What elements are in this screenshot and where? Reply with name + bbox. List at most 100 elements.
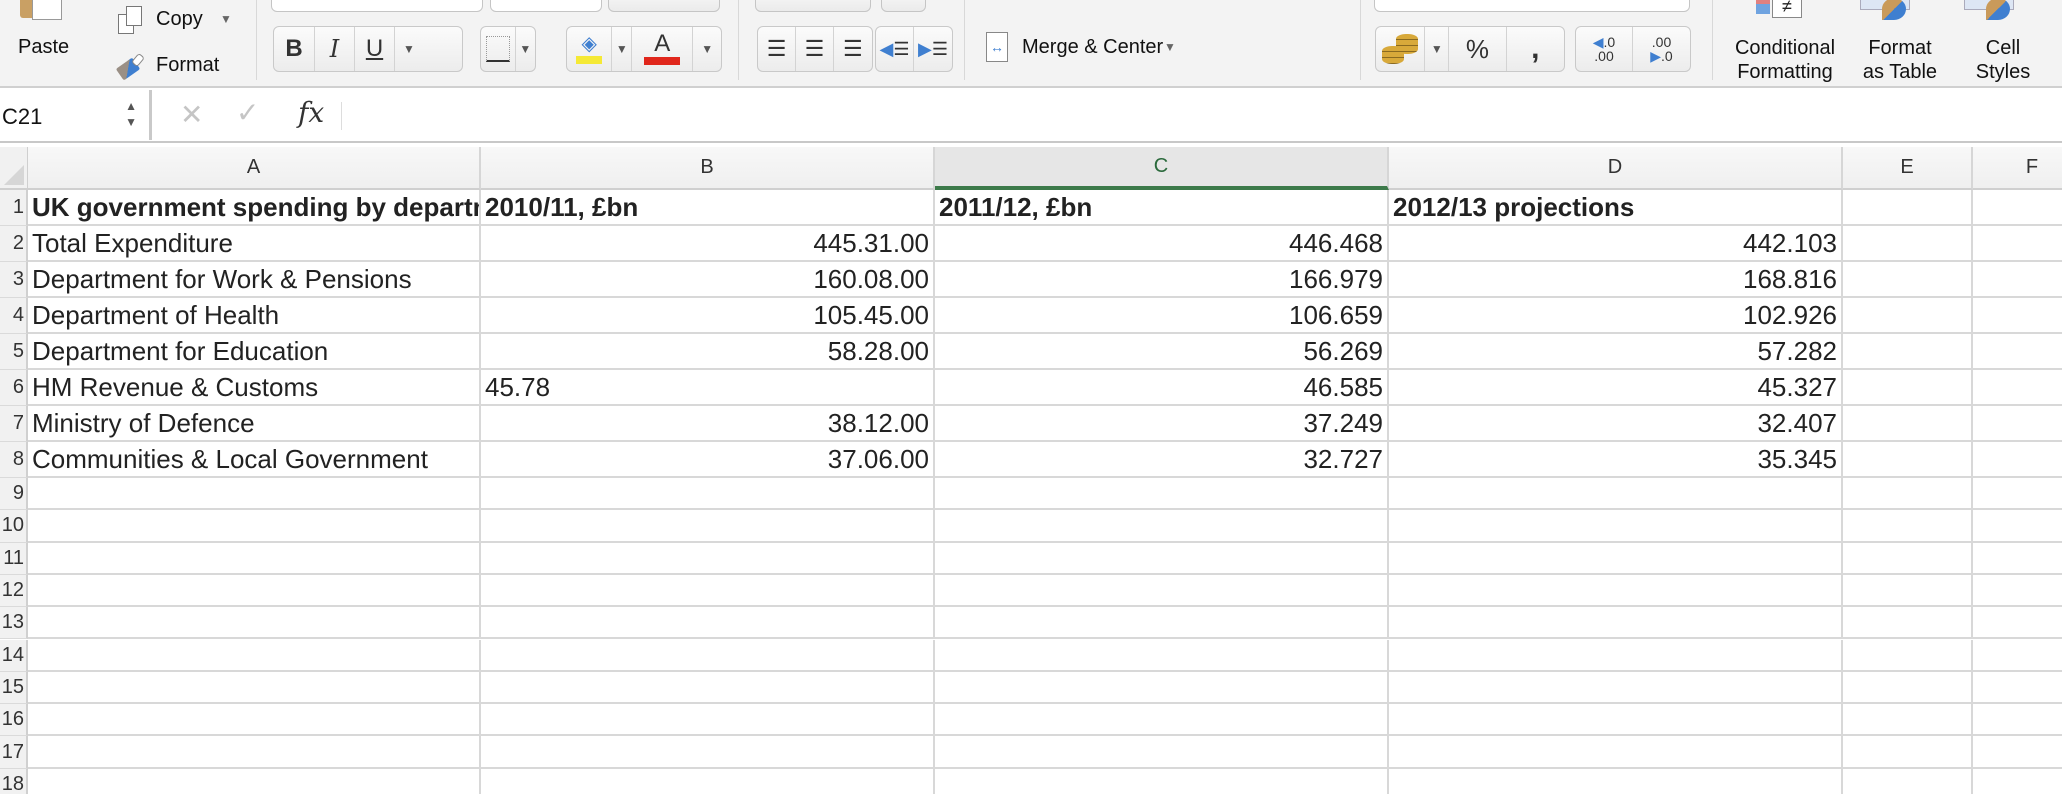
cell-a18[interactable] bbox=[28, 768, 481, 794]
column-title-b[interactable]: 2010/11, £bn bbox=[481, 190, 935, 226]
row-header-18[interactable]: 18 bbox=[0, 768, 28, 794]
value-cell-d[interactable]: 57.282 bbox=[1389, 334, 1843, 370]
cell-d13[interactable] bbox=[1389, 607, 1843, 640]
cell-c9[interactable] bbox=[935, 478, 1389, 511]
cell-b11[interactable] bbox=[481, 542, 935, 575]
department-name-cell[interactable]: Total Expenditure bbox=[28, 226, 481, 262]
column-header-c[interactable]: C bbox=[935, 147, 1389, 190]
cell-e10[interactable] bbox=[1843, 510, 1973, 543]
cell-f13[interactable] bbox=[1973, 607, 2062, 640]
conditional-formatting-button[interactable]: ≠ Conditional Formatting bbox=[1726, 0, 1844, 86]
value-cell-c[interactable]: 446.468 bbox=[935, 226, 1389, 262]
fill-color-dropdown-arrow-icon[interactable]: ▼ bbox=[612, 27, 633, 71]
font-size-select[interactable] bbox=[490, 0, 602, 12]
row-header-11[interactable]: 11 bbox=[0, 542, 28, 575]
cell-e8[interactable] bbox=[1843, 442, 1973, 478]
cell-e4[interactable] bbox=[1843, 298, 1973, 334]
cell-d14[interactable] bbox=[1389, 639, 1843, 672]
value-cell-d[interactable]: 45.327 bbox=[1389, 370, 1843, 406]
font-name-select[interactable] bbox=[271, 0, 483, 12]
underline-button[interactable]: U bbox=[355, 27, 395, 71]
department-name-cell[interactable]: Department of Health bbox=[28, 298, 481, 334]
cell-b13[interactable] bbox=[481, 607, 935, 640]
cell-f5[interactable] bbox=[1973, 334, 2062, 370]
cell-d16[interactable] bbox=[1389, 704, 1843, 737]
cell-e6[interactable] bbox=[1843, 370, 1973, 406]
cell-e15[interactable] bbox=[1843, 671, 1973, 705]
vertical-align-buttons[interactable] bbox=[755, 0, 871, 12]
column-title-c[interactable]: 2011/12, £bn bbox=[935, 190, 1389, 226]
increase-indent-button[interactable]: ▶☰ bbox=[914, 27, 952, 71]
cell-d10[interactable] bbox=[1389, 510, 1843, 543]
cell-e5[interactable] bbox=[1843, 334, 1973, 370]
value-cell-d[interactable]: 35.345 bbox=[1389, 442, 1843, 478]
row-header-17[interactable]: 17 bbox=[0, 736, 28, 769]
merge-center-dropdown-arrow-icon[interactable]: ▼ bbox=[1164, 40, 1176, 54]
cell-c13[interactable] bbox=[935, 607, 1389, 640]
cell-styles-button[interactable]: Cell Styles bbox=[1960, 0, 2046, 86]
cell-d11[interactable] bbox=[1389, 542, 1843, 575]
column-title-d[interactable]: 2012/13 projections bbox=[1389, 190, 1843, 226]
department-name-cell[interactable]: Ministry of Defence bbox=[28, 406, 481, 442]
cell-e2[interactable] bbox=[1843, 226, 1973, 262]
cell-f6[interactable] bbox=[1973, 370, 2062, 406]
value-cell-c[interactable]: 56.269 bbox=[935, 334, 1389, 370]
cell-a9[interactable] bbox=[28, 478, 481, 511]
cell-b12[interactable] bbox=[481, 574, 935, 608]
fill-color-button[interactable]: ◈ bbox=[567, 27, 613, 71]
cell-e12[interactable] bbox=[1843, 574, 1973, 608]
cell-a17[interactable] bbox=[28, 736, 481, 769]
borders-dropdown-arrow-icon[interactable]: ▼ bbox=[516, 27, 535, 71]
cell-a12[interactable] bbox=[28, 574, 481, 608]
align-right-button[interactable]: ☰ bbox=[834, 27, 872, 71]
accounting-format-button[interactable] bbox=[1376, 27, 1426, 71]
cell-d17[interactable] bbox=[1389, 736, 1843, 769]
value-cell-d[interactable]: 32.407 bbox=[1389, 406, 1843, 442]
underline-dropdown-arrow-icon[interactable]: ▼ bbox=[395, 27, 462, 71]
value-cell-c[interactable]: 32.727 bbox=[935, 442, 1389, 478]
value-cell-d[interactable]: 102.926 bbox=[1389, 298, 1843, 334]
copy-button[interactable]: Copy ▼ bbox=[112, 2, 242, 36]
name-box-stepper-icon[interactable]: ▲ ▼ bbox=[125, 98, 137, 130]
accounting-format-dropdown-arrow-icon[interactable]: ▼ bbox=[1425, 27, 1450, 71]
cell-c18[interactable] bbox=[935, 768, 1389, 794]
cell-c14[interactable] bbox=[935, 639, 1389, 672]
value-cell-b[interactable]: 38.12.00 bbox=[481, 406, 935, 442]
cell-f3[interactable] bbox=[1973, 262, 2062, 298]
row-header-8[interactable]: 8 bbox=[0, 442, 28, 478]
value-cell-b[interactable]: 445.31.00 bbox=[481, 226, 935, 262]
cell-f7[interactable] bbox=[1973, 406, 2062, 442]
increase-decimal-button[interactable]: ◀.0 .00 bbox=[1576, 27, 1634, 71]
cell-a10[interactable] bbox=[28, 510, 481, 543]
cell-c11[interactable] bbox=[935, 542, 1389, 575]
row-header-6[interactable]: 6 bbox=[0, 370, 28, 406]
cell-d15[interactable] bbox=[1389, 671, 1843, 705]
cell-b17[interactable] bbox=[481, 736, 935, 769]
department-name-cell[interactable]: HM Revenue & Customs bbox=[28, 370, 481, 406]
value-cell-c[interactable]: 166.979 bbox=[935, 262, 1389, 298]
cell-c12[interactable] bbox=[935, 574, 1389, 608]
font-grow-shrink-buttons[interactable] bbox=[608, 0, 720, 12]
row-header-13[interactable]: 13 bbox=[0, 607, 28, 640]
bold-button[interactable]: B bbox=[274, 27, 315, 71]
comma-style-button[interactable]: , bbox=[1507, 27, 1564, 71]
cell-f16[interactable] bbox=[1973, 704, 2062, 737]
cell-e13[interactable] bbox=[1843, 607, 1973, 640]
cell-f8[interactable] bbox=[1973, 442, 2062, 478]
row-header-10[interactable]: 10 bbox=[0, 510, 28, 543]
cell-e7[interactable] bbox=[1843, 406, 1973, 442]
row-header-16[interactable]: 16 bbox=[0, 704, 28, 737]
row-header-3[interactable]: 3 bbox=[0, 262, 28, 298]
cell-f4[interactable] bbox=[1973, 298, 2062, 334]
decrease-indent-button[interactable]: ◀☰ bbox=[876, 27, 915, 71]
row-header-5[interactable]: 5 bbox=[0, 334, 28, 370]
value-cell-d[interactable]: 168.816 bbox=[1389, 262, 1843, 298]
column-header-a[interactable]: A bbox=[28, 147, 481, 190]
column-header-e[interactable]: E bbox=[1843, 147, 1973, 190]
cell-b18[interactable] bbox=[481, 768, 935, 794]
number-format-select[interactable] bbox=[1374, 0, 1690, 12]
borders-button[interactable] bbox=[481, 27, 516, 71]
italic-button[interactable]: I bbox=[315, 27, 355, 71]
cell-e16[interactable] bbox=[1843, 704, 1973, 737]
department-name-cell[interactable]: Department for Education bbox=[28, 334, 481, 370]
